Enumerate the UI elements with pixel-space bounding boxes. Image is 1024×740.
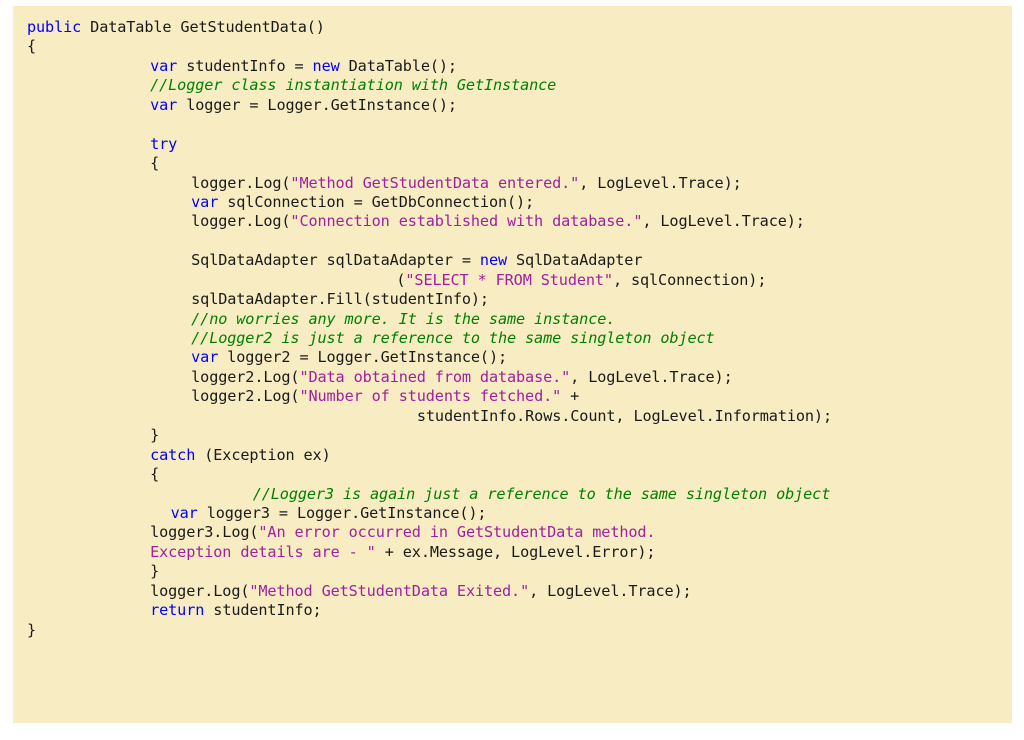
code-token-pl: sqlDataAdapter.Fill(studentInfo); (191, 290, 489, 309)
code-token-pl: logger2 = Logger.GetInstance(); (218, 348, 507, 367)
code-token-pl: } (150, 562, 160, 581)
code-line: logger.Log("Connection established with … (13, 212, 1012, 231)
code-lines: public DataTable GetStudentData(){var st… (13, 18, 1012, 640)
code-line: var logger3 = Logger.GetInstance(); (13, 504, 1012, 523)
code-line: logger3.Log("An error occurred in GetStu… (13, 523, 1012, 542)
code-token-cmt: //no worries any more. It is the same in… (191, 309, 616, 328)
code-line: { (13, 154, 1012, 173)
code-token-kw: try (150, 134, 178, 153)
code-line: var studentInfo = new DataTable(); (13, 57, 1012, 76)
code-line: //Logger3 is again just a reference to t… (13, 485, 1012, 504)
code-token-str: "Data obtained from database." (299, 367, 571, 386)
code-token-str: "Method GetStudentData Exited." (249, 581, 530, 600)
code-token-kw: var (191, 192, 219, 211)
code-token-pl: logger2.Log( (191, 367, 300, 386)
code-token-kw: public (27, 18, 82, 36)
code-token-str: "An error occurred in GetStudentData met… (258, 523, 656, 542)
code-line: logger2.Log("Data obtained from database… (13, 368, 1012, 387)
code-token-str: "SELECT * FROM Student" (405, 270, 613, 289)
code-line: } (13, 621, 1012, 640)
code-token-str: Exception details are - " (150, 542, 376, 561)
code-token-pl: SqlDataAdapter sqlDataAdapter = (191, 251, 480, 270)
code-line: } (13, 562, 1012, 581)
code-token-pl: { (27, 37, 37, 56)
code-line: { (13, 37, 1012, 56)
code-line: logger.Log("Method GetStudentData entere… (13, 174, 1012, 193)
code-token-pl: logger3 = Logger.GetInstance(); (197, 503, 487, 522)
code-line: } (13, 426, 1012, 445)
code-token-pl: logger.Log( (191, 173, 291, 192)
code-token-pl: + ex.Message, LogLevel.Error); (375, 542, 656, 561)
code-token-cmt: //Logger class instantiation with GetIns… (150, 76, 557, 95)
code-line: var logger2 = Logger.GetInstance(); (13, 348, 1012, 367)
code-snippet-block: public DataTable GetStudentData(){var st… (13, 6, 1012, 723)
code-line: logger2.Log("Number of students fetched.… (13, 387, 1012, 406)
code-token-str: "Method GetStudentData entered." (290, 173, 580, 192)
code-token-kw: catch (150, 445, 196, 464)
code-token-pl: , sqlConnection); (612, 270, 767, 289)
code-token-str: "Connection established with database." (290, 212, 643, 231)
code-line: studentInfo.Rows.Count, LogLevel.Informa… (13, 407, 1012, 426)
code-line: var logger = Logger.GetInstance(); (13, 96, 1012, 115)
code-token-pl: logger2.Log( (191, 387, 300, 406)
code-line: //no worries any more. It is the same in… (13, 310, 1012, 329)
code-line: return studentInfo; (13, 601, 1012, 620)
code-line: sqlDataAdapter.Fill(studentInfo); (13, 290, 1012, 309)
code-token-pl: } (27, 620, 37, 639)
code-token-pl: { (150, 465, 160, 484)
code-token-pl: , LogLevel.Trace); (642, 212, 805, 231)
code-line: ("SELECT * FROM Student", sqlConnection)… (13, 271, 1012, 290)
code-line: var sqlConnection = GetDbConnection(); (13, 193, 1012, 212)
code-token-cmt: //Logger2 is just a reference to the sam… (191, 329, 715, 347)
code-line: Exception details are - " + ex.Message, … (13, 543, 1012, 562)
code-token-pl: SqlDataAdapter (507, 251, 643, 270)
code-line: //Logger2 is just a reference to the sam… (13, 329, 1012, 348)
code-token-pl: studentInfo = (177, 56, 313, 75)
code-line: //Logger class instantiation with GetIns… (13, 76, 1012, 95)
code-token-pl: DataTable(); (339, 56, 457, 75)
code-line: catch (Exception ex) (13, 446, 1012, 465)
code-token-pl: logger.Log( (150, 581, 250, 600)
code-token-kw: var (150, 95, 178, 114)
code-token-kw: return (150, 601, 205, 620)
code-token-cmt: //Logger3 is again just a reference to t… (252, 484, 831, 503)
code-token-pl: studentInfo.Rows.Count, LogLevel.Informa… (416, 406, 832, 425)
code-line: { (13, 465, 1012, 484)
code-token-kw: var (150, 56, 178, 75)
code-token-pl: , LogLevel.Trace); (529, 581, 692, 600)
code-token-pl: , LogLevel.Trace); (579, 173, 742, 192)
code-token-pl: studentInfo; (204, 601, 322, 620)
code-token-pl: + (561, 387, 580, 406)
code-token-pl: DataTable GetStudentData() (81, 18, 325, 36)
code-line: try (13, 135, 1012, 154)
code-token-kw: var (170, 503, 198, 522)
code-line: SqlDataAdapter sqlDataAdapter = new SqlD… (13, 251, 1012, 270)
code-token-pl: logger3.Log( (150, 523, 259, 542)
code-line: public DataTable GetStudentData() (13, 18, 1012, 37)
code-token-str: "Number of students fetched." (299, 387, 562, 406)
code-token-pl: logger.Log( (191, 212, 291, 231)
code-token-pl: (Exception ex) (195, 445, 331, 464)
code-line: logger.Log("Method GetStudentData Exited… (13, 582, 1012, 601)
code-token-pl: { (150, 154, 160, 173)
code-token-pl: sqlConnection = GetDbConnection(); (218, 192, 535, 211)
code-token-kw: new (479, 251, 507, 270)
code-token-kw: var (191, 348, 219, 367)
code-token-pl: } (150, 426, 160, 445)
code-token-pl: , LogLevel.Trace); (570, 367, 733, 386)
code-token-pl: logger = Logger.GetInstance(); (177, 95, 457, 114)
code-token-kw: new (312, 56, 340, 75)
